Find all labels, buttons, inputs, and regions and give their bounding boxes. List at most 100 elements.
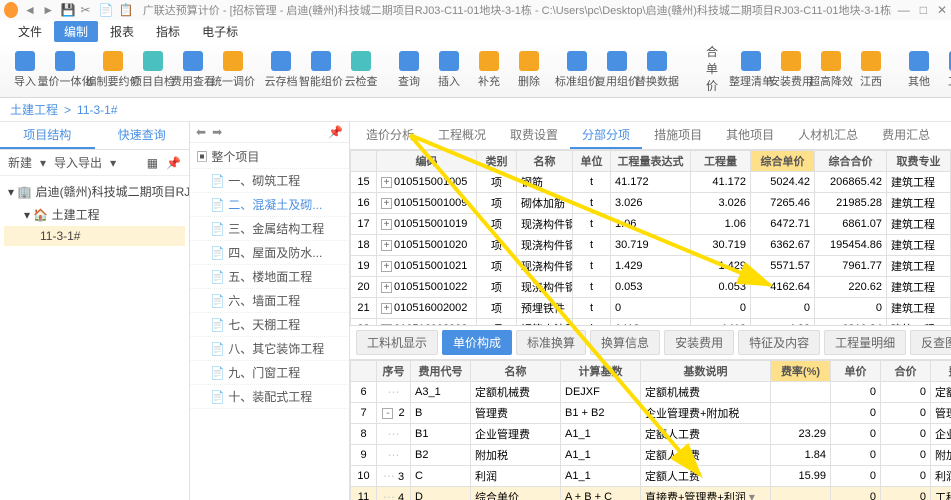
mid-item-2[interactable]: 📄 三、金属结构工程: [190, 217, 349, 241]
bcol-费用代号[interactable]: 费用代号: [411, 361, 471, 382]
table-row[interactable]: 7- 2B管理费B1 + B2企业管理费+附加税00管理费: [351, 403, 951, 424]
tab-project-struct[interactable]: 项目结构: [0, 122, 95, 149]
rtab-分部分项[interactable]: 分部分项: [570, 122, 642, 149]
cut-icon[interactable]: ✂: [81, 3, 93, 17]
ribbon-统一调价[interactable]: 统一调价: [214, 49, 252, 91]
crumb-leaf[interactable]: 11-3-1#: [77, 103, 117, 117]
rtab-工程概况[interactable]: 工程概况: [426, 122, 498, 149]
col-综合合价[interactable]: 综合合价: [815, 151, 887, 172]
bcol-费率(%)[interactable]: 费率(%): [771, 361, 831, 382]
rtab-人材机汇总[interactable]: 人材机汇总: [786, 122, 870, 149]
menu-edit[interactable]: 编制: [54, 21, 98, 42]
mid-nav-right-icon[interactable]: ➡: [212, 125, 222, 139]
bcol-单价[interactable]: 单价: [831, 361, 881, 382]
pin-icon[interactable]: 📌: [166, 156, 181, 170]
menu-etender[interactable]: 电子标: [192, 21, 248, 42]
menu-guide[interactable]: 指标: [146, 21, 190, 42]
btab-换算信息[interactable]: 换算信息: [590, 330, 660, 355]
chk-full-fee[interactable]: 全费用综合单价: [690, 42, 718, 94]
btab-安装费用[interactable]: 安装费用: [664, 330, 734, 355]
tree-l2[interactable]: ▾ 🏠 土建工程: [4, 203, 185, 226]
table-row[interactable]: 8⋯ B1企业管理费A1_1定额人工费23.2900企业管理费: [351, 424, 951, 445]
fwd-icon[interactable]: ►: [42, 3, 54, 17]
paste-icon[interactable]: 📋: [119, 3, 133, 17]
mid-item-3[interactable]: 📄 四、屋面及防水...: [190, 241, 349, 265]
tab-quick-search[interactable]: 快速查询: [95, 122, 190, 149]
rtab-措施项目[interactable]: 措施项目: [642, 122, 714, 149]
copy-icon[interactable]: 📄: [99, 3, 113, 17]
table-row[interactable]: 22+010516003002项钢筋电渣压力焊个141814184.386210…: [351, 319, 951, 327]
table-row[interactable]: 11⋯ 4D综合单价A + B + C直接费+管理费+利润 ▾00工程造价: [351, 487, 951, 500]
ribbon-安装费用[interactable]: 安装费用: [772, 49, 810, 91]
tree-l3[interactable]: 11-3-1#: [4, 226, 185, 246]
bcol-费用类别[interactable]: 费用类别: [931, 361, 951, 382]
mid-item-6[interactable]: 📄 七、天棚工程: [190, 313, 349, 337]
ribbon-替换数据[interactable]: 替换数据: [638, 49, 676, 91]
mid-item-0[interactable]: 📄 一、砌筑工程: [190, 169, 349, 193]
table-row[interactable]: 20+010515001022项现浇构件钢筋t0.0530.0534162.64…: [351, 277, 951, 298]
ribbon-补充[interactable]: 补充: [470, 49, 508, 91]
ribbon-费用查看[interactable]: 费用查看: [174, 49, 212, 91]
btab-特征及内容[interactable]: 特征及内容: [738, 330, 820, 355]
ribbon-编制要约价[interactable]: 编制要约价: [94, 49, 132, 91]
ribbon-删除[interactable]: 删除: [510, 49, 548, 91]
menu-file[interactable]: 文件: [8, 21, 52, 42]
rtab-费用汇总[interactable]: 费用汇总: [870, 122, 942, 149]
bcol-基数说明[interactable]: 基数说明: [641, 361, 771, 382]
btn-import-export[interactable]: 导入导出: [54, 154, 102, 171]
mid-item-1[interactable]: 📄 二、混凝土及砌...: [190, 193, 349, 217]
mid-nav-left-icon[interactable]: ⬅: [196, 125, 206, 139]
col-单位[interactable]: 单位: [573, 151, 611, 172]
minimize-icon[interactable]: —: [898, 3, 910, 17]
btab-单价构成[interactable]: 单价构成: [442, 330, 512, 355]
maximize-icon[interactable]: □: [920, 3, 927, 17]
btab-标准换算[interactable]: 标准换算: [516, 330, 586, 355]
ribbon-云存档[interactable]: 云存档: [262, 49, 300, 91]
ribbon-查询[interactable]: 查询: [390, 49, 428, 91]
col-工程量表达式[interactable]: 工程量表达式: [611, 151, 691, 172]
table-row[interactable]: 10⋯ 3C利润A1_1定额人工费15.9900利润: [351, 466, 951, 487]
bcol-计算基数[interactable]: 计算基数: [561, 361, 641, 382]
rtab-取费设置[interactable]: 取费设置: [498, 122, 570, 149]
menu-report[interactable]: 报表: [100, 21, 144, 42]
save-icon[interactable]: 💾: [61, 3, 75, 17]
ribbon-江西[interactable]: 江西: [852, 49, 890, 91]
btab-工料机显示[interactable]: 工料机显示: [356, 330, 438, 355]
table-row[interactable]: 18+010515001020项现浇构件钢筋t30.71930.7196362.…: [351, 235, 951, 256]
bcol-合价[interactable]: 合价: [881, 361, 931, 382]
bcol-序号[interactable]: 序号: [377, 361, 411, 382]
rtab-其他项目[interactable]: 其他项目: [714, 122, 786, 149]
table-row[interactable]: 9⋯ B2附加税A1_1定额人工费1.8400附加税费: [351, 445, 951, 466]
btab-工程量明细[interactable]: 工程量明细: [824, 330, 906, 355]
ribbon-插入[interactable]: 插入: [430, 49, 468, 91]
ribbon-超高降效[interactable]: 超高降效: [812, 49, 850, 91]
mid-item-9[interactable]: 📄 十、装配式工程: [190, 385, 349, 409]
back-icon[interactable]: ◄: [24, 3, 36, 17]
tree-root[interactable]: ▾ 🏢 启迪(赣州)科技城二期项目RJ03-C1...: [4, 180, 185, 203]
close-icon[interactable]: ✕: [937, 3, 947, 17]
bcol-n[interactable]: [351, 361, 377, 382]
col-取费专业[interactable]: 取费专业: [887, 151, 951, 172]
table-row[interactable]: 15+010515001005项钢筋t41.17241.1725024.4220…: [351, 172, 951, 193]
ribbon-项目自检[interactable]: 项目自检: [134, 49, 172, 91]
mid-root[interactable]: ▣ 整个项目: [190, 145, 349, 169]
ribbon-云检查[interactable]: 云检查: [342, 49, 380, 91]
mid-item-4[interactable]: 📄 五、楼地面工程: [190, 265, 349, 289]
expand-all-icon[interactable]: ▦: [147, 156, 158, 170]
btab-反查图形工程量[interactable]: 反查图形工程量: [910, 330, 951, 355]
table-row[interactable]: 19+010515001021项现浇构件钢筋t1.4291.4295571.57…: [351, 256, 951, 277]
ribbon-智能组价[interactable]: 智能组价: [302, 49, 340, 91]
ribbon-工具[interactable]: 工具: [940, 49, 951, 91]
mid-pin-icon[interactable]: 📌: [328, 125, 343, 139]
ribbon-复用组价[interactable]: 复用组价: [598, 49, 636, 91]
table-row[interactable]: 16+010515001009项砌体加筋t3.0263.0267265.4621…: [351, 193, 951, 214]
col-综合单价[interactable]: 综合单价: [751, 151, 815, 172]
ribbon-标准组价[interactable]: 标准组价: [558, 49, 596, 91]
col-类别[interactable]: 类别: [477, 151, 517, 172]
mid-item-5[interactable]: 📄 六、墙面工程: [190, 289, 349, 313]
col-idx[interactable]: [351, 151, 377, 172]
table-row[interactable]: 21+010516002002项预埋铁件t0000建筑工程: [351, 298, 951, 319]
ribbon-其他[interactable]: 其他: [900, 49, 938, 91]
ribbon-量价一体化[interactable]: 量价一体化: [46, 49, 84, 91]
mid-item-8[interactable]: 📄 九、门窗工程: [190, 361, 349, 385]
